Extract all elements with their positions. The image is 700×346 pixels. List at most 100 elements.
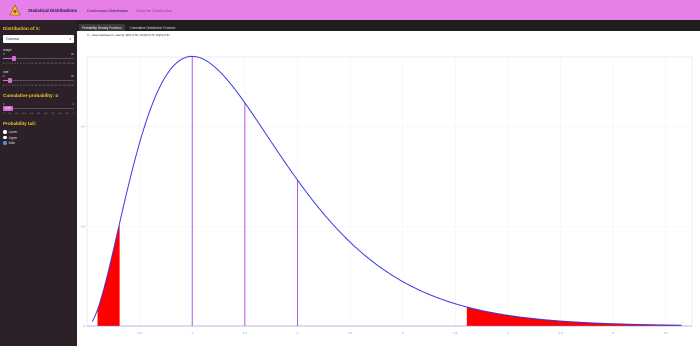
tail-both-label: Both: [8, 141, 16, 145]
rate-min: 0: [3, 75, 5, 78]
slider-tick: 14: [47, 85, 50, 87]
slider-tick: 3: [11, 85, 13, 87]
x-tick-label: 3.5: [453, 331, 458, 335]
nav-continuous[interactable]: Continuous Distribution: [87, 8, 128, 13]
slider-tick: 7: [22, 63, 24, 65]
slider-tick: 8: [25, 85, 27, 87]
slider-tick: 15: [51, 63, 54, 65]
slider-tick: 12: [39, 63, 42, 65]
app-logo-icon: [8, 3, 22, 17]
x-tick-label: 5: [612, 331, 614, 335]
tail-both-radio[interactable]: Both: [3, 141, 74, 145]
slider-tick: 17: [59, 63, 62, 65]
slider-tick: 20: [71, 85, 74, 87]
alpha-max: 1: [72, 103, 74, 106]
slider-tick: 16: [55, 85, 58, 87]
slider-tick: 0.2: [15, 113, 19, 115]
rate-max: 20: [71, 75, 74, 78]
x-tick-label: 3: [402, 331, 404, 335]
tail-lower-radio[interactable]: Lower: [3, 130, 74, 134]
shape-ticks: 0 1 2 3 4 5 6 7 8 9 10 11 12 13 14 15 16 17 18 19 20: [3, 63, 74, 65]
chevron-down-icon: ▾: [69, 37, 71, 41]
slider-tick: 4: [14, 85, 16, 87]
x-tick-label: 4: [507, 331, 509, 335]
y-tick-label: 0.2: [81, 224, 86, 228]
alpha-ticks: 0 0.1 0.2 0.3 0.4 0.5 0.6 0.7 0.8 0.9 1: [3, 113, 74, 115]
distribution-select[interactable]: Gamma ▾: [3, 35, 74, 43]
slider-tick: 20: [71, 63, 74, 65]
slider-tick: 13: [43, 63, 46, 65]
rate-handle[interactable]: [8, 78, 13, 83]
slider-tick: 0: [3, 85, 5, 87]
x-tick-label: 5.5: [664, 331, 669, 335]
slider-tick: 17: [59, 85, 62, 87]
alpha-value: 0.05: [5, 107, 11, 110]
shape-max: 20: [71, 53, 74, 56]
slider-tick: 11: [35, 63, 38, 65]
sidebar: Distribution of X: Gamma ▾ shape 0 20 01…: [0, 20, 77, 346]
slider-tick: 16: [55, 63, 58, 65]
alpha-handle[interactable]: 0.05: [3, 106, 13, 111]
slider-tick: 18: [63, 85, 66, 87]
radio-dot-selected-icon: [3, 141, 7, 145]
shape-slider[interactable]: 0 20: [3, 52, 74, 62]
density-curve: [91, 55, 682, 326]
slider-tick: 10: [31, 63, 34, 65]
slider-tick: 0: [3, 113, 5, 115]
slider-tick: 8: [25, 63, 27, 65]
radio-dot-icon: [3, 135, 7, 140]
tail-upper-radio[interactable]: Upper: [3, 136, 74, 140]
slider-tick: 0.8: [58, 113, 62, 115]
slider-tick: 0: [3, 63, 5, 65]
tail-upper-label: Upper: [8, 135, 18, 140]
alpha-track: [3, 108, 74, 110]
slider-tick: 1: [5, 85, 8, 87]
slider-tick: 19: [67, 85, 70, 87]
slider-tick: 18: [63, 63, 66, 65]
shape-handle[interactable]: [11, 56, 16, 61]
tail-heading: Probability tail:: [3, 121, 37, 126]
slider-tick: 5: [17, 63, 19, 65]
slider-tick: 0.7: [51, 113, 55, 115]
slider-tick: 6: [19, 85, 22, 87]
main-content: Probability Density Function Cumulative …: [77, 20, 700, 346]
rate-track: [3, 80, 74, 82]
y-tick-label: 0: [83, 324, 85, 328]
slider-tick: 9: [28, 63, 30, 65]
x-tick-label: 0.5: [138, 331, 143, 335]
slider-tick: 0.9: [65, 113, 69, 115]
slider-tick: 13: [43, 85, 46, 87]
slider-tick: 3: [11, 63, 13, 65]
slider-tick: 7: [22, 85, 24, 87]
slider-tick: 0.1: [8, 113, 12, 115]
slider-tick: 0.3: [22, 113, 26, 115]
slider-tick: 6: [19, 63, 22, 65]
x-tick-label: 1.5: [243, 331, 248, 335]
x-tick-label: 2: [297, 331, 299, 335]
slider-tick: 10: [31, 85, 34, 87]
slider-tick: 12: [39, 85, 42, 87]
rate-ticks: 0 1 2 3 4 5 6 7 8 9 10 11 12 13 14 15 16 17 18 19 20: [3, 85, 74, 87]
distribution-heading: Distribution of X:: [3, 26, 41, 31]
slider-tick: 14: [47, 63, 50, 65]
rate-slider[interactable]: 0 20: [3, 74, 74, 84]
slider-tick: 5: [17, 85, 19, 87]
slider-tick: 4: [14, 63, 16, 65]
alpha-slider[interactable]: 0 1 0.05: [3, 102, 74, 112]
nav-discrete[interactable]: Discrete Distribution: [136, 8, 172, 13]
upper-tail-area: [466, 306, 682, 326]
x-tick-label: 4.5: [558, 331, 563, 335]
app-title[interactable]: Statistical Distributions: [28, 8, 77, 13]
x-tick-label: 1: [191, 331, 193, 335]
slider-tick: 0.6: [44, 113, 48, 115]
shape-min: 0: [3, 53, 5, 56]
x-tick-label: 2.5: [348, 331, 353, 335]
radio-dot-icon: [3, 130, 7, 134]
slider-tick: 1: [5, 63, 8, 65]
y-tick-label: 0.4: [81, 125, 86, 129]
slider-tick: 2: [8, 63, 10, 65]
plot-frame: [86, 56, 693, 327]
distribution-selected: Gamma: [6, 37, 19, 41]
slider-tick: 15: [51, 85, 54, 87]
slider-tick: 2: [8, 85, 10, 87]
